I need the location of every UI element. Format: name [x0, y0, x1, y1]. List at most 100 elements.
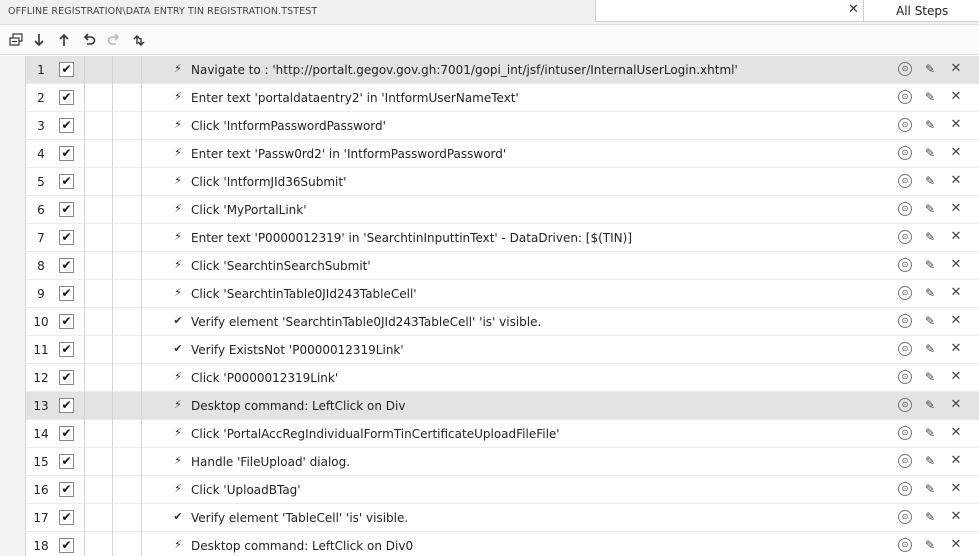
step-info-icon[interactable]: ⊙	[898, 538, 912, 552]
step-description[interactable]: Desktop command: LeftClick on Div0	[191, 539, 413, 553]
step-enabled-checkbox[interactable]: ✔	[59, 174, 74, 189]
step-info-icon[interactable]: ⊙	[898, 454, 912, 468]
step-enabled-checkbox[interactable]: ✔	[59, 482, 74, 497]
step-description[interactable]: Desktop command: LeftClick on Div	[191, 399, 405, 413]
step-enabled-checkbox[interactable]: ✔	[59, 90, 74, 105]
step-description[interactable]: Click 'P0000012319Link'	[191, 371, 338, 385]
edit-step-icon[interactable]: ✎	[923, 510, 937, 524]
edit-step-icon[interactable]: ✎	[923, 90, 937, 104]
delete-step-icon[interactable]: ✕	[949, 202, 963, 216]
step-enabled-checkbox[interactable]: ✔	[59, 286, 74, 301]
step-row[interactable]: 13 ✔ ⚡ Desktop command: LeftClick on Div ⊙ ✎ ✕	[0, 392, 979, 420]
step-row[interactable]: 17 ✔ ✔ Verify element 'TableCell' 'is' visi…	[0, 504, 979, 532]
delete-step-icon[interactable]: ✕	[949, 174, 963, 188]
edit-step-icon[interactable]: ✎	[923, 342, 937, 356]
edit-step-icon[interactable]: ✎	[923, 426, 937, 440]
step-info-icon[interactable]: ⊙	[898, 314, 912, 328]
delete-step-icon[interactable]: ✕	[949, 90, 963, 104]
step-info-icon[interactable]: ⊙	[898, 398, 912, 412]
delete-step-icon[interactable]: ✕	[949, 370, 963, 384]
row-gutter[interactable]	[0, 280, 26, 308]
step-enabled-checkbox[interactable]: ✔	[59, 538, 74, 553]
step-enabled-checkbox[interactable]: ✔	[59, 398, 74, 413]
row-gutter[interactable]	[0, 364, 26, 392]
delete-step-icon[interactable]: ✕	[949, 426, 963, 440]
edit-step-icon[interactable]: ✎	[923, 174, 937, 188]
row-gutter[interactable]	[0, 308, 26, 336]
step-enabled-checkbox[interactable]: ✔	[59, 202, 74, 217]
edit-step-icon[interactable]: ✎	[923, 118, 937, 132]
step-row[interactable]: 3 ✔ ⚡ Click 'IntformPasswordPassword' ⊙ ✎ ✕	[0, 112, 979, 140]
step-info-icon[interactable]: ⊙	[898, 118, 912, 132]
step-description[interactable]: Click 'UploadBTag'	[191, 483, 301, 497]
row-gutter[interactable]	[0, 196, 26, 224]
step-row[interactable]: 2 ✔ ⚡ Enter text 'portaldataentry2' in 'Int…	[0, 84, 979, 112]
step-enabled-checkbox[interactable]: ✔	[59, 342, 74, 357]
delete-step-icon[interactable]: ✕	[949, 118, 963, 132]
row-gutter[interactable]	[0, 448, 26, 476]
step-description[interactable]: Click 'SearchtinTable0JId243TableCell'	[191, 287, 417, 301]
step-description[interactable]: Enter text 'Passw0rd2' in 'IntformPasswo…	[191, 147, 506, 161]
edit-step-icon[interactable]: ✎	[923, 146, 937, 160]
delete-step-icon[interactable]: ✕	[949, 454, 963, 468]
step-info-icon[interactable]: ⊙	[898, 342, 912, 356]
step-row[interactable]: 12 ✔ ⚡ Click 'P0000012319Link' ⊙ ✎ ✕	[0, 364, 979, 392]
edit-step-icon[interactable]: ✎	[923, 370, 937, 384]
step-row[interactable]: 9 ✔ ⚡ Click 'SearchtinTable0JId243TableCell…	[0, 280, 979, 308]
delete-step-icon[interactable]: ✕	[949, 258, 963, 272]
step-info-icon[interactable]: ⊙	[898, 370, 912, 384]
row-gutter[interactable]	[0, 112, 26, 140]
step-info-icon[interactable]: ⊙	[898, 482, 912, 496]
row-gutter[interactable]	[0, 252, 26, 280]
step-enabled-checkbox[interactable]: ✔	[59, 426, 74, 441]
step-enabled-checkbox[interactable]: ✔	[59, 62, 74, 77]
edit-step-icon[interactable]: ✎	[923, 230, 937, 244]
step-info-icon[interactable]: ⊙	[898, 62, 912, 76]
step-info-icon[interactable]: ⊙	[898, 90, 912, 104]
step-description[interactable]: Verify element 'TableCell' 'is' visible.	[191, 511, 408, 525]
delete-step-icon[interactable]: ✕	[949, 398, 963, 412]
row-gutter[interactable]	[0, 224, 26, 252]
collapse-all-icon[interactable]	[7, 30, 25, 50]
step-row[interactable]: 15 ✔ ⚡ Handle 'FileUpload' dialog. ⊙ ✎ ✕	[0, 448, 979, 476]
edit-step-icon[interactable]: ✎	[923, 202, 937, 216]
step-info-icon[interactable]: ⊙	[898, 510, 912, 524]
step-search-input[interactable]	[595, 0, 864, 22]
step-row[interactable]: 18 ✔ ⚡ Desktop command: LeftClick on Div0 ⊙ ✎…	[0, 532, 979, 556]
edit-step-icon[interactable]: ✎	[923, 538, 937, 552]
step-description[interactable]: Click 'IntformJId36Submit'	[191, 175, 346, 189]
step-enabled-checkbox[interactable]: ✔	[59, 454, 74, 469]
row-gutter[interactable]	[0, 476, 26, 504]
step-description[interactable]: Handle 'FileUpload' dialog.	[191, 455, 350, 469]
move-down-icon[interactable]	[30, 30, 48, 50]
delete-step-icon[interactable]: ✕	[949, 314, 963, 328]
step-enabled-checkbox[interactable]: ✔	[59, 230, 74, 245]
step-info-icon[interactable]: ⊙	[898, 286, 912, 300]
row-gutter[interactable]	[0, 392, 26, 420]
step-enabled-checkbox[interactable]: ✔	[59, 258, 74, 273]
undo-icon[interactable]	[80, 30, 98, 50]
step-row[interactable]: 4 ✔ ⚡ Enter text 'Passw0rd2' in 'IntformPas…	[0, 140, 979, 168]
row-gutter[interactable]	[0, 532, 26, 556]
step-enabled-checkbox[interactable]: ✔	[59, 118, 74, 133]
delete-step-icon[interactable]: ✕	[949, 286, 963, 300]
step-description[interactable]: Click 'SearchtinSearchSubmit'	[191, 259, 371, 273]
row-gutter[interactable]	[0, 84, 26, 112]
clear-search-icon[interactable]: ✕	[848, 2, 859, 17]
delete-step-icon[interactable]: ✕	[949, 146, 963, 160]
delete-step-icon[interactable]: ✕	[949, 482, 963, 496]
edit-step-icon[interactable]: ✎	[923, 482, 937, 496]
step-description[interactable]: Enter text 'portaldataentry2' in 'Intfor…	[191, 91, 519, 105]
step-row[interactable]: 16 ✔ ⚡ Click 'UploadBTag' ⊙ ✎ ✕	[0, 476, 979, 504]
step-row[interactable]: 14 ✔ ⚡ Click 'PortalAccRegIndividualFormTin…	[0, 420, 979, 448]
row-gutter[interactable]	[0, 336, 26, 364]
row-gutter[interactable]	[0, 168, 26, 196]
row-gutter[interactable]	[0, 420, 26, 448]
edit-step-icon[interactable]: ✎	[923, 62, 937, 76]
step-description[interactable]: Navigate to : 'http://portalt.gegov.gov.…	[191, 63, 738, 77]
step-row[interactable]: 6 ✔ ⚡ Click 'MyPortalLink' ⊙ ✎ ✕	[0, 196, 979, 224]
row-gutter[interactable]	[0, 140, 26, 168]
step-enabled-checkbox[interactable]: ✔	[59, 370, 74, 385]
step-row[interactable]: 10 ✔ ✔ Verify element 'SearchtinTable0JId24…	[0, 308, 979, 336]
edit-step-icon[interactable]: ✎	[923, 454, 937, 468]
